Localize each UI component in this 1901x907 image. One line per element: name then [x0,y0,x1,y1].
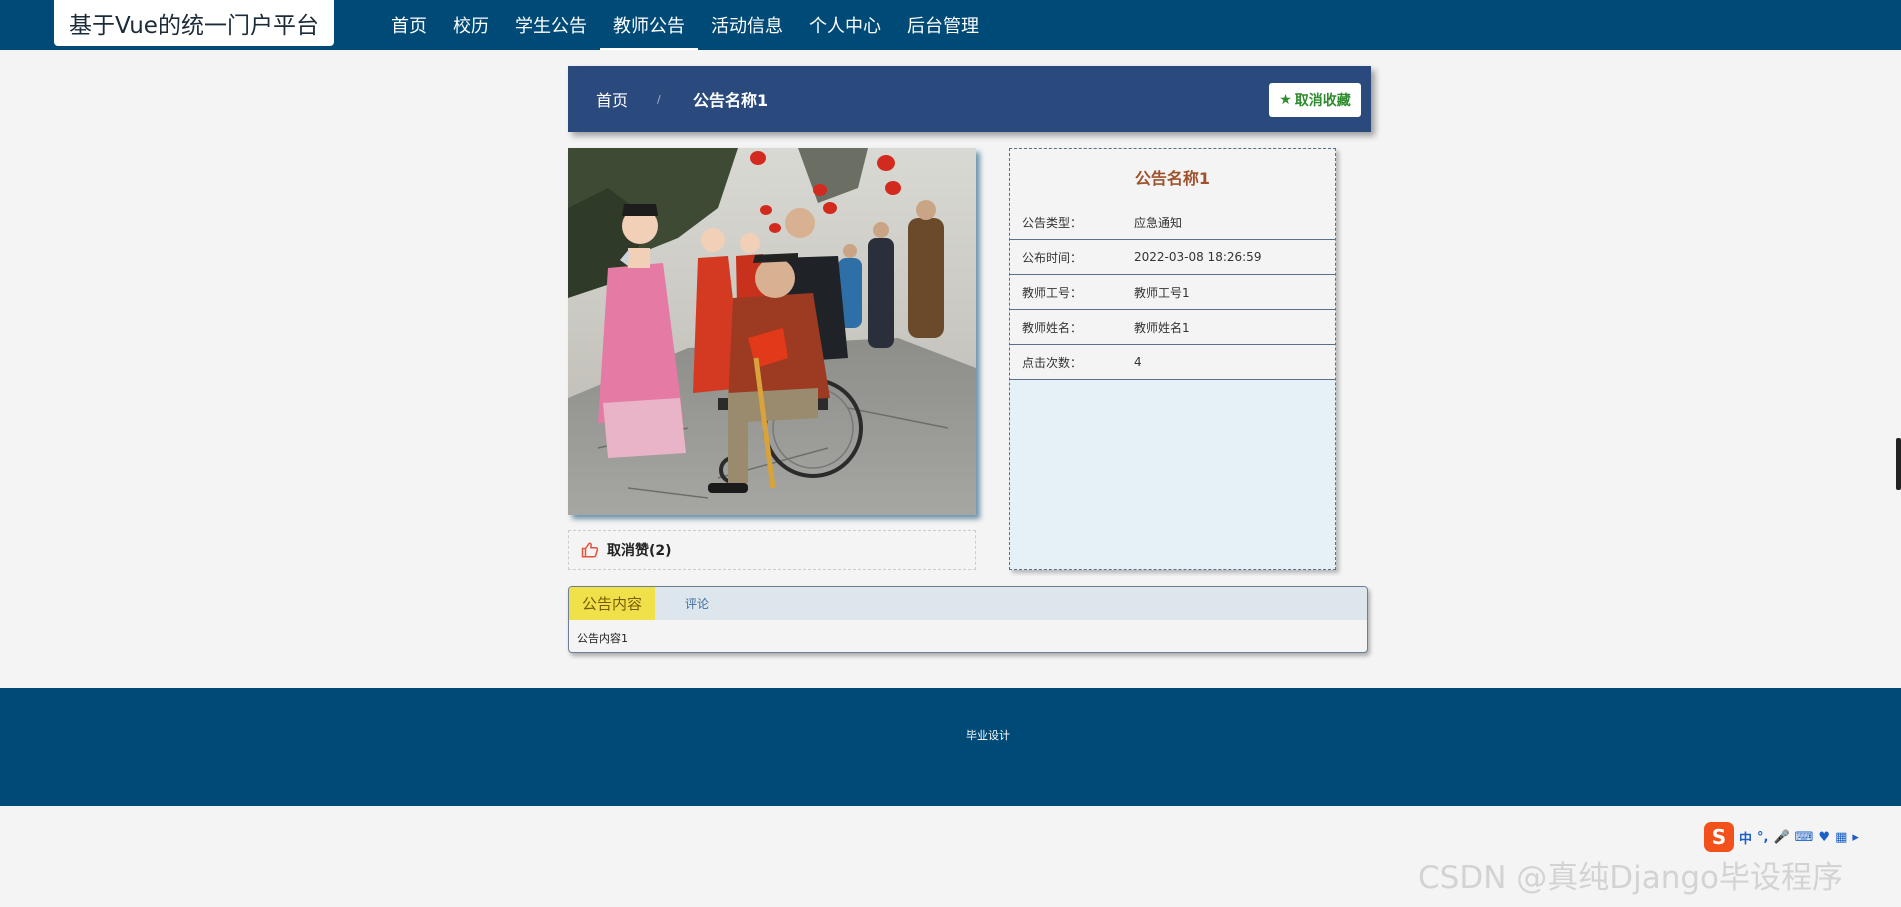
grid-menu-icon[interactable]: ▦ [1835,830,1847,845]
notice-tabs: 公告内容 评论 公告内容1 [568,586,1368,653]
info-row-teacher-name: 教师姓名： 教师姓名1 [1010,310,1335,345]
footer-text: 毕业设计 [966,729,1010,742]
footer: 毕业设计 [0,688,1901,806]
nav-item-calendar[interactable]: 校历 [440,0,502,50]
breadcrumb-separator: / [657,92,661,106]
nav-item-activities[interactable]: 活动信息 [698,0,796,50]
punctuation-mode-indicator[interactable]: °, [1757,830,1768,845]
info-key: 点击次数： [1022,355,1083,370]
unfavorite-button[interactable]: ★ 取消收藏 [1269,83,1361,117]
notice-info-panel: 公告名称1 公告类型： 应急通知 公布时间： 2022-03-08 18:26:… [1009,148,1336,570]
nav-item-admin[interactable]: 后台管理 [894,0,992,50]
info-key: 公告类型： [1022,215,1083,230]
star-icon: ★ [1279,92,1292,108]
info-key: 公布时间： [1022,250,1083,265]
info-row-published-time: 公布时间： 2022-03-08 18:26:59 [1010,240,1335,275]
breadcrumb: 首页 / 公告名称1 ★ 取消收藏 [568,66,1371,132]
thumbs-up-icon [581,542,599,558]
ime-mode-indicator[interactable]: 中 [1739,828,1752,847]
tab-content: 公告内容1 [577,632,628,645]
notice-image [568,148,976,515]
info-value: 应急通知 [1134,215,1183,230]
top-nav-bar: 基于Vue的统一门户平台 首页 校历 学生公告 教师公告 活动信息 个人中心 后… [0,0,1901,50]
info-value: 4 [1134,355,1142,369]
ime-toolbar: S 中 °, 🎤 ⌨ ♥ ▦ ▸ [1700,820,1901,854]
notice-title: 公告名称1 [1010,149,1335,205]
nav-item-home[interactable]: 首页 [378,0,440,50]
sogou-ime-icon[interactable]: S [1704,822,1734,852]
info-key: 教师姓名： [1022,320,1083,335]
main-nav: 首页 校历 学生公告 教师公告 活动信息 个人中心 后台管理 [378,0,992,50]
skin-icon[interactable]: ♥ [1818,830,1830,845]
info-row-click-count: 点击次数： 4 [1010,345,1335,380]
info-value: 2022-03-08 18:26:59 [1134,250,1262,264]
unfavorite-label: 取消收藏 [1294,93,1351,109]
nav-item-student-notice[interactable]: 学生公告 [502,0,600,50]
watermark: CSDN @真纯Django毕设程序 [1418,860,1844,896]
tab-notice-content[interactable]: 公告内容 [569,587,655,620]
breadcrumb-home[interactable]: 首页 [596,66,628,132]
info-value: 教师工号1 [1134,285,1190,300]
info-value: 教师姓名1 [1134,320,1190,335]
keyboard-icon[interactable]: ⌨ [1795,830,1814,845]
nav-item-teacher-notice[interactable]: 教师公告 [600,0,698,50]
like-toggle[interactable]: 取消赞(2) [568,530,976,570]
info-row-type: 公告类型： 应急通知 [1010,205,1335,240]
info-row-teacher-id: 教师工号： 教师工号1 [1010,275,1335,310]
site-brand[interactable]: 基于Vue的统一门户平台 [54,0,334,46]
breadcrumb-current: 公告名称1 [693,91,769,110]
like-label: 取消赞(2) [607,543,672,559]
microphone-icon[interactable]: 🎤 [1773,830,1789,845]
notice-photo-illustration [568,148,976,515]
more-icon[interactable]: ▸ [1852,830,1859,845]
info-key: 教师工号： [1022,285,1083,300]
tab-comments[interactable]: 评论 [655,587,739,620]
nav-item-personal-center[interactable]: 个人中心 [796,0,894,50]
scrollbar-handle[interactable] [1896,438,1901,490]
tab-bar: 公告内容 评论 [569,587,1367,620]
